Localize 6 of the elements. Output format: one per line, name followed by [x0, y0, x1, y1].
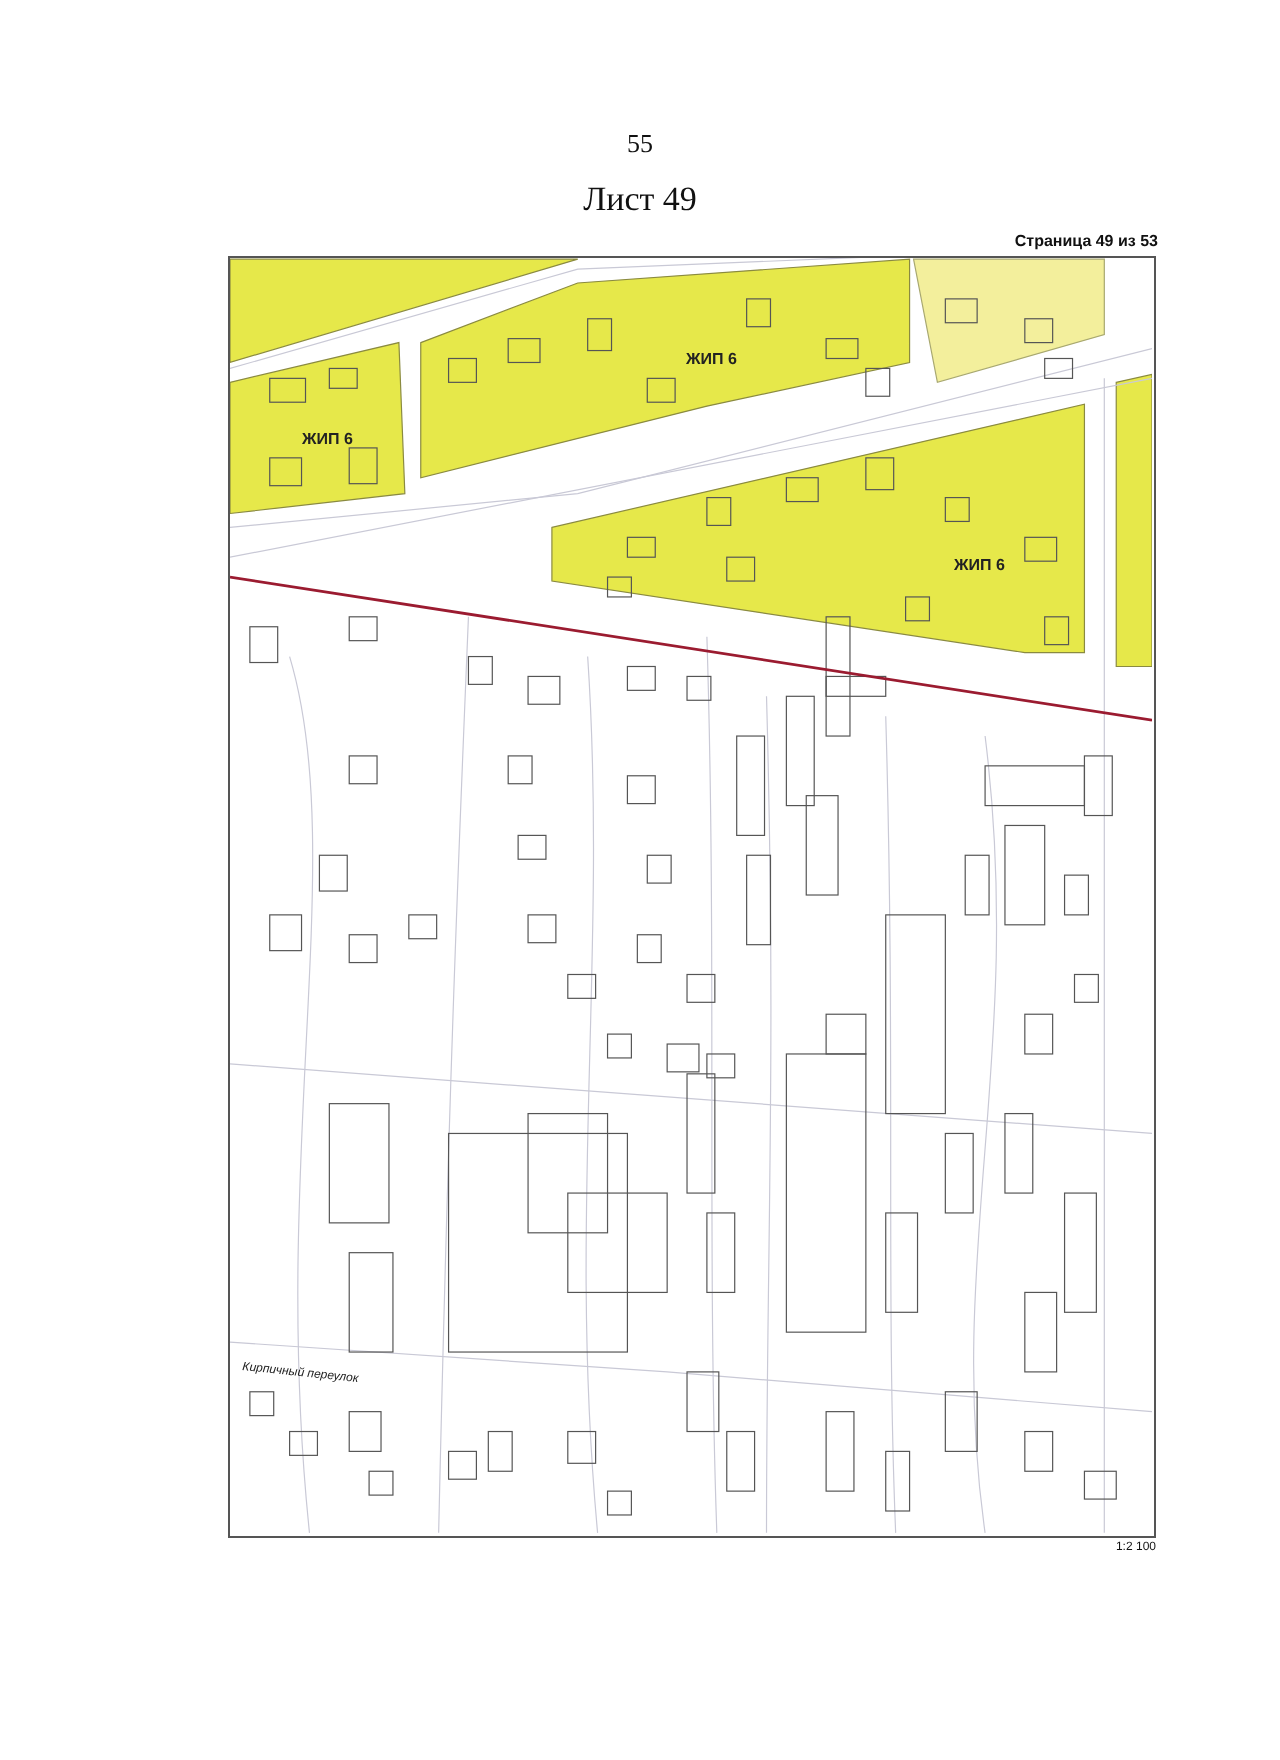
page-counter: Страница 49 из 53	[1014, 232, 1158, 252]
zone-label: ЖИП 6	[686, 352, 737, 368]
page-number: 55	[627, 128, 653, 160]
zone-label: ЖИП 6	[954, 558, 1005, 574]
sheet-title: Лист 49	[583, 180, 697, 220]
zone-label: ЖИП 6	[302, 432, 353, 448]
